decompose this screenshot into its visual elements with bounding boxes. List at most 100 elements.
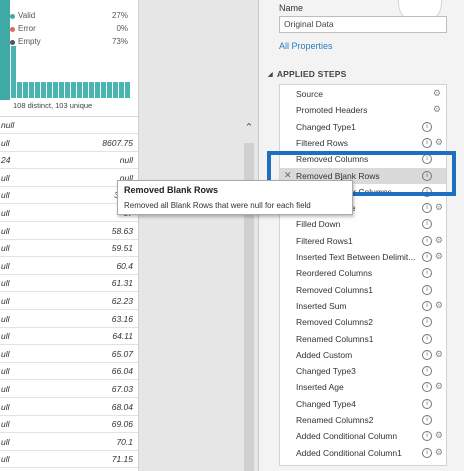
table-row[interactable]: ull 58.63	[0, 222, 138, 240]
applied-step[interactable]: Added Custom i ⚙	[280, 347, 446, 363]
applied-step[interactable]: Changed Type3 i	[280, 363, 446, 379]
all-properties-link[interactable]: All Properties	[279, 41, 333, 51]
applied-step[interactable]: Changed Type4 i	[280, 396, 446, 412]
applied-step[interactable]: Added Conditional Column i ⚙	[280, 428, 446, 444]
table-row[interactable]: ull 63.16	[0, 310, 138, 328]
histogram-bar[interactable]	[17, 82, 22, 98]
info-icon[interactable]: i	[422, 447, 432, 458]
quality-percent: 73%	[111, 37, 128, 46]
histogram-bar[interactable]	[101, 82, 106, 98]
applied-step[interactable]: Removed Columns1 i	[280, 282, 446, 298]
gear-icon[interactable]: ⚙	[435, 349, 443, 360]
info-icon[interactable]: i	[422, 137, 432, 148]
step-label: Removed Columns2	[296, 317, 374, 328]
histogram-bar[interactable]	[35, 82, 40, 98]
applied-step[interactable]: Changed Type1 i	[280, 119, 446, 135]
histogram-bar[interactable]	[95, 82, 100, 98]
gear-icon[interactable]: ⚙	[433, 104, 441, 115]
table-row[interactable]: ull 62.23	[0, 292, 138, 310]
gear-icon[interactable]: ⚙	[435, 235, 443, 246]
applied-step[interactable]: Filtered Rows1 i ⚙	[280, 233, 446, 249]
cell-left: ull	[1, 190, 10, 201]
histogram-bar[interactable]	[41, 82, 46, 98]
histogram-bar[interactable]	[119, 82, 124, 98]
table-row[interactable]: ull 71.15	[0, 450, 138, 469]
quality-percent: 27%	[111, 11, 128, 20]
applied-step[interactable]: Renamed Columns1 i	[280, 331, 446, 347]
table-row[interactable]: ull 59.51	[0, 239, 138, 258]
table-row[interactable]: ull 69.06	[0, 415, 138, 434]
info-icon[interactable]: i	[422, 268, 432, 279]
histogram-bar[interactable]	[47, 82, 52, 98]
info-icon[interactable]: i	[422, 252, 432, 262]
histogram-bar[interactable]	[77, 82, 82, 98]
info-icon[interactable]: i	[422, 431, 432, 442]
applied-step[interactable]: Renamed Columns2 i	[280, 412, 446, 428]
histogram-bar[interactable]	[59, 82, 64, 98]
histogram-bar[interactable]	[29, 82, 34, 98]
histogram-bar[interactable]	[89, 82, 94, 98]
chevron-up-icon[interactable]: ⌃	[243, 122, 255, 134]
gear-icon[interactable]: ⚙	[435, 300, 443, 311]
info-icon[interactable]: i	[422, 300, 432, 311]
cell-left: ull	[1, 296, 10, 306]
gear-icon[interactable]: ⚙	[435, 430, 443, 441]
gear-icon[interactable]: ⚙	[433, 88, 441, 99]
info-icon[interactable]: i	[422, 333, 432, 344]
table-row[interactable]: ull 70.1	[0, 433, 138, 451]
table-row[interactable]: ull 8607.75	[0, 134, 138, 152]
histogram-bar[interactable]	[53, 82, 58, 98]
table-row[interactable]: ull 61.31	[0, 274, 138, 293]
table-row[interactable]: 24 null	[0, 151, 138, 170]
info-icon[interactable]: i	[422, 382, 432, 393]
step-tooltip: Removed Blank Rows Removed all Blank Row…	[117, 180, 353, 215]
applied-step[interactable]: Filtered Rows i ⚙	[280, 135, 446, 151]
gear-icon[interactable]: ⚙	[435, 202, 443, 213]
info-icon[interactable]: i	[422, 284, 432, 295]
applied-steps-header[interactable]: ◢ APPLIED STEPS	[268, 69, 347, 79]
applied-step[interactable]: Added Conditional Column1 i ⚙	[280, 445, 446, 461]
applied-step[interactable]: Removed Columns2 i	[280, 314, 446, 330]
info-icon[interactable]: i	[422, 317, 432, 328]
applied-step[interactable]: Filled Down i	[280, 216, 446, 232]
info-icon[interactable]: i	[422, 235, 432, 246]
histogram-bar[interactable]	[83, 82, 88, 98]
table-row[interactable]: ull 65.07	[0, 345, 138, 363]
histogram-bar[interactable]	[113, 82, 118, 98]
histogram-bar[interactable]	[71, 82, 76, 98]
info-icon[interactable]: i	[422, 203, 432, 214]
info-icon[interactable]: i	[422, 349, 432, 360]
quality-percent: 0%	[116, 24, 128, 33]
applied-step[interactable]: Inserted Text Between Delimit... i ⚙	[280, 249, 446, 265]
table-row[interactable]: ull 68.04	[0, 398, 138, 416]
histogram-bar[interactable]	[11, 46, 16, 98]
applied-step[interactable]: Inserted Age i ⚙	[280, 379, 446, 395]
applied-step[interactable]: Inserted Sum i ⚙	[280, 298, 446, 314]
cell-value: 71.15	[111, 454, 133, 465]
histogram-bar[interactable]	[107, 82, 112, 98]
query-name-input[interactable]: Original Data	[279, 16, 447, 33]
gear-icon[interactable]: ⚙	[435, 137, 443, 148]
step-label: Filled Down	[296, 219, 341, 230]
table-row[interactable]: null	[0, 116, 138, 134]
info-icon[interactable]: i	[422, 415, 432, 425]
table-row[interactable]: ull 67.03	[0, 380, 138, 398]
info-icon[interactable]: i	[422, 366, 432, 377]
histogram-bar[interactable]	[23, 82, 28, 98]
collapse-triangle-icon[interactable]: ◢	[268, 72, 273, 78]
applied-step[interactable]: Source ⚙	[280, 86, 446, 102]
table-row[interactable]: ull 60.4	[0, 257, 138, 275]
histogram-bar[interactable]	[125, 82, 130, 98]
histogram-bar[interactable]	[65, 82, 70, 98]
info-icon[interactable]: i	[422, 121, 432, 132]
applied-step[interactable]: Promoted Headers ⚙	[280, 102, 446, 118]
gear-icon[interactable]: ⚙	[435, 447, 443, 458]
applied-step[interactable]: Reordered Columns i	[280, 265, 446, 281]
step-label: Added Conditional Column1	[296, 447, 402, 458]
table-row[interactable]: ull 64.11	[0, 327, 138, 346]
table-row[interactable]: ull 66.04	[0, 362, 138, 381]
gear-icon[interactable]: ⚙	[435, 381, 443, 392]
info-icon[interactable]: i	[422, 219, 432, 230]
gear-icon[interactable]: ⚙	[435, 251, 443, 262]
info-icon[interactable]: i	[422, 398, 432, 409]
